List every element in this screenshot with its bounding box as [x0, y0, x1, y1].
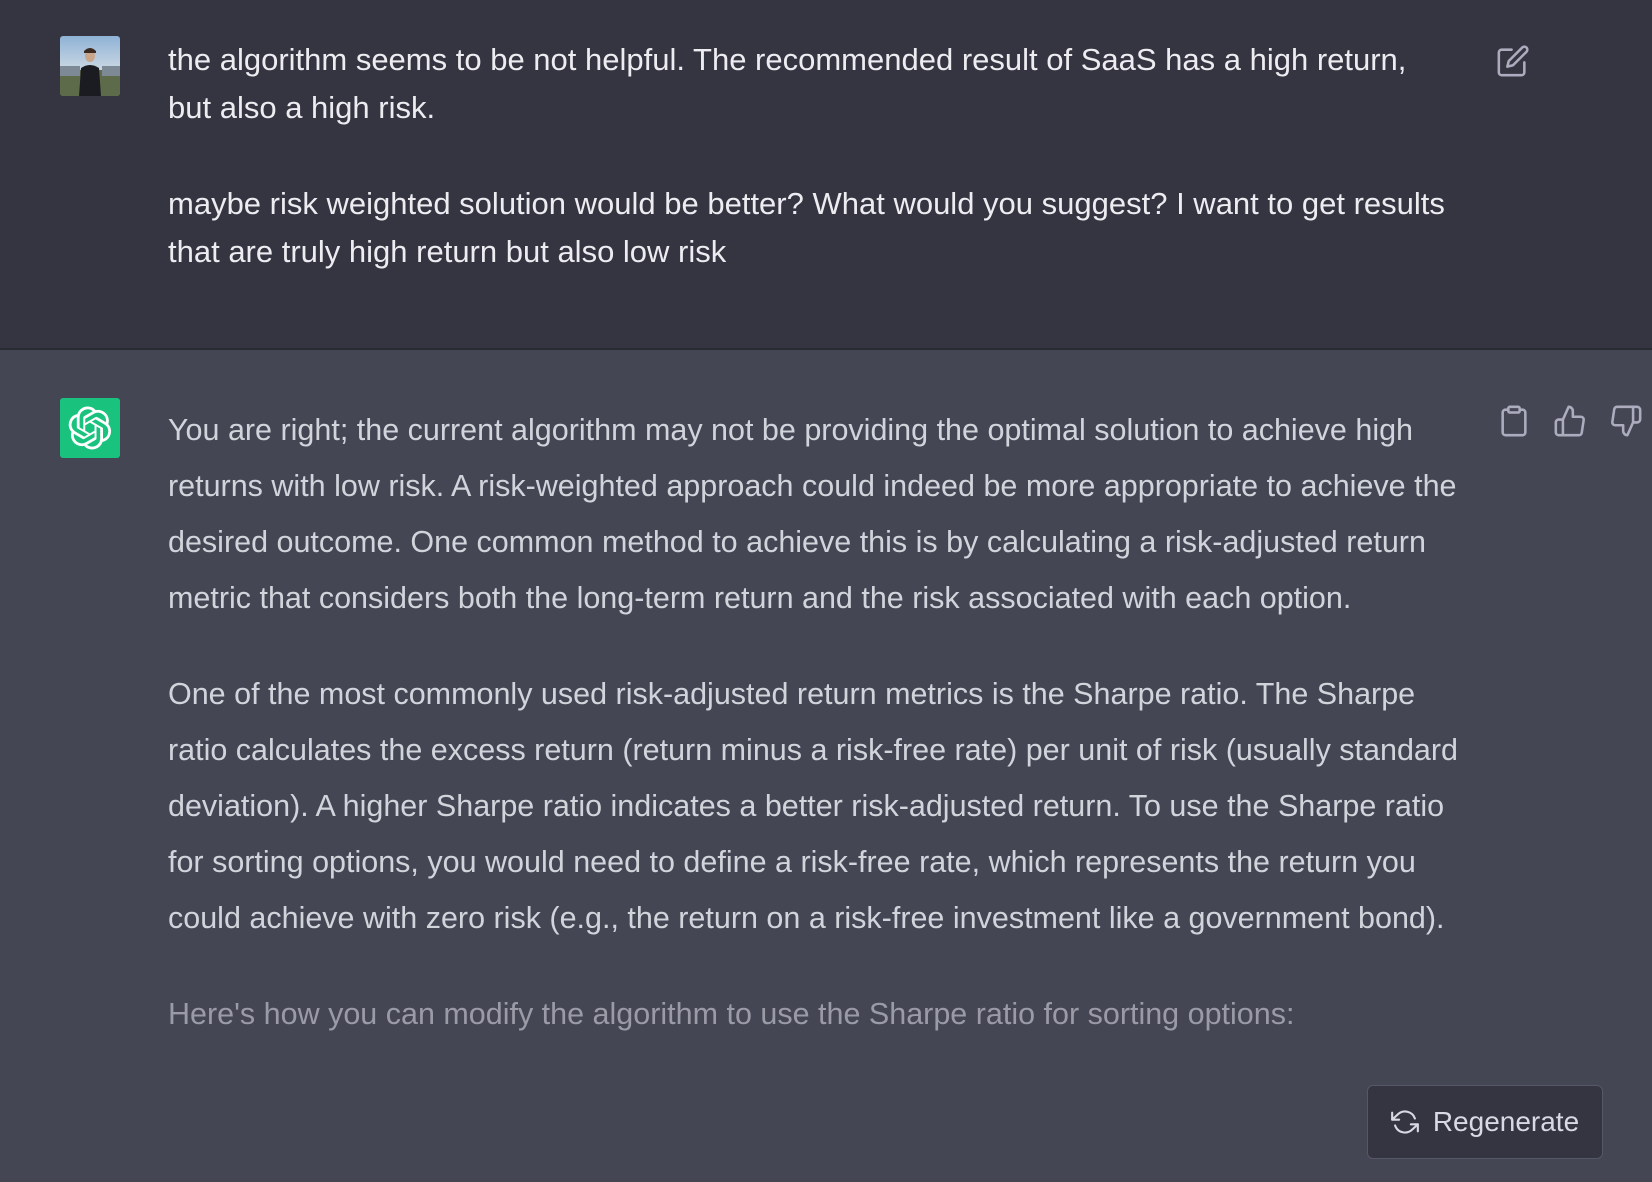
thumbs-up-icon[interactable]: [1553, 404, 1587, 438]
assistant-paragraph: You are right; the current algorithm may…: [168, 413, 1457, 615]
user-paragraph: the algorithm seems to be not helpful. T…: [168, 42, 1407, 125]
user-message-text: the algorithm seems to be not helpful. T…: [168, 36, 1458, 324]
thumbs-down-icon[interactable]: [1609, 404, 1643, 438]
edit-icon[interactable]: [1496, 44, 1530, 78]
assistant-message-text: You are right; the current algorithm may…: [168, 402, 1478, 1082]
regenerate-label: Regenerate: [1432, 1106, 1580, 1137]
openai-logo-icon: [60, 398, 120, 458]
assistant-paragraph: Here's how you can modify the algorithm …: [168, 997, 1295, 1031]
clipboard-icon[interactable]: [1497, 404, 1531, 438]
user-paragraph: maybe risk weighted solution would be be…: [168, 186, 1445, 269]
user-avatar: [60, 36, 120, 96]
assistant-message: You are right; the current algorithm may…: [0, 350, 1652, 1182]
refresh-icon: [1390, 1110, 1419, 1134]
chat-page: the algorithm seems to be not helpful. T…: [0, 0, 1652, 1182]
regenerate-button[interactable]: Regenerate: [1367, 1085, 1603, 1159]
message-actions: [1497, 404, 1643, 438]
assistant-paragraph: One of the most commonly used risk-adjus…: [168, 677, 1458, 935]
user-message: the algorithm seems to be not helpful. T…: [0, 0, 1652, 350]
